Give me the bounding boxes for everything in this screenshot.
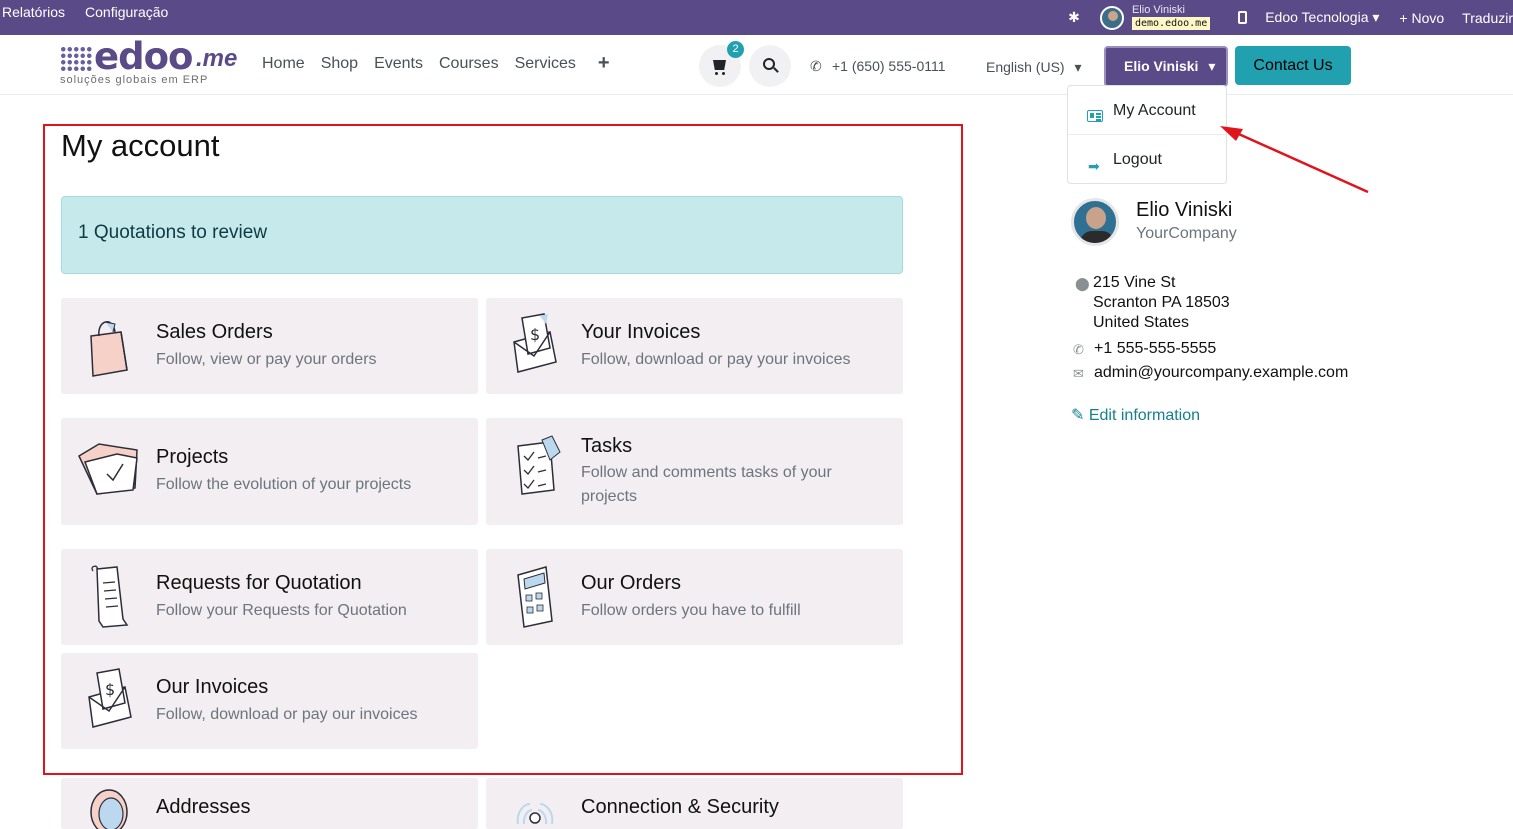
phone-icon: ✆ <box>1073 342 1084 357</box>
address-line: United States <box>1093 314 1190 331</box>
my-account-label: My Account <box>1113 102 1196 119</box>
mobile-icon[interactable] <box>1238 11 1248 24</box>
map-marker-icon: ⬤ <box>1075 276 1090 291</box>
company-name: Edoo Tecnologia <box>1265 9 1369 25</box>
profile-company: YourCompany <box>1136 225 1237 242</box>
bug-icon[interactable]: ✱ <box>1066 9 1082 26</box>
address-line: Scranton PA 18503 <box>1093 294 1230 311</box>
envelope-icon: ✉ <box>1073 366 1084 381</box>
user-switcher[interactable]: Elio Viniski demo.edoo.me <box>1131 4 1211 30</box>
nav-events[interactable]: Events <box>374 55 423 73</box>
nav-shop[interactable]: Shop <box>321 55 358 73</box>
cart-count-badge: 2 <box>727 41 744 58</box>
contact-us-button[interactable]: Contact Us <box>1235 46 1351 85</box>
card-connection-security[interactable]: Connection & Security <box>486 778 903 829</box>
language-label: English (US) <box>986 59 1065 75</box>
menu-reports[interactable]: Relatórios <box>2 4 65 20</box>
card-title: Addresses <box>156 796 251 818</box>
translate-button[interactable]: Traduzir <box>1462 10 1513 26</box>
admin-user-name: Elio Viniski <box>1131 4 1185 16</box>
logo-word: edoo <box>94 35 193 78</box>
site-logo[interactable]: edoo .me soluções globais em ERP <box>60 35 238 87</box>
profile-name: Elio Viniski <box>1136 199 1233 221</box>
user-menu-label: Elio Viniski <box>1124 58 1199 74</box>
user-menu-button[interactable]: Elio Viniski ▾ <box>1104 46 1228 87</box>
nav-services[interactable]: Services <box>515 55 576 73</box>
logo-grid-icon <box>60 46 92 72</box>
edit-information-link[interactable]: ✎ Edit information <box>1071 405 1200 425</box>
card-title: Connection & Security <box>581 796 779 818</box>
phone-number: +1 (650) 555-0111 <box>832 58 946 74</box>
avatar[interactable] <box>1099 5 1124 30</box>
cart-icon <box>713 60 726 70</box>
divider <box>1068 134 1226 135</box>
language-selector[interactable]: English (US) ▾ <box>986 59 1082 76</box>
profile-phone: +1 555-555-5555 <box>1094 340 1217 357</box>
search-button[interactable] <box>749 45 791 87</box>
logout-label: Logout <box>1113 151 1162 168</box>
admin-top-bar: Relatórios Configuração ✱ Elio Viniski d… <box>0 0 1513 35</box>
new-button[interactable]: + Novo <box>1399 10 1444 26</box>
dropdown-my-account[interactable]: My Account <box>1068 91 1226 131</box>
logo-suffix: .me <box>196 45 238 72</box>
company-switcher[interactable]: Edoo Tecnologia ▾ <box>1265 9 1379 26</box>
profile-address: 215 Vine St Scranton PA 18503 United Sta… <box>1093 273 1230 333</box>
profile-avatar <box>1071 198 1119 246</box>
database-label: demo.edoo.me <box>1131 17 1211 30</box>
user-dropdown-menu: My Account ➡ Logout <box>1067 85 1227 184</box>
main-menu: Home Shop Events Courses Services + <box>262 53 610 73</box>
menu-configuration[interactable]: Configuração <box>85 4 168 20</box>
logo-tagline: soluções globais em ERP <box>60 74 209 86</box>
address-line: 215 Vine St <box>1093 274 1176 291</box>
nav-home[interactable]: Home <box>262 55 305 73</box>
dropdown-logout[interactable]: ➡ Logout <box>1068 140 1226 180</box>
highlight-box <box>43 124 963 775</box>
nav-courses[interactable]: Courses <box>439 55 499 73</box>
chevron-down-icon: ▾ <box>1074 59 1082 75</box>
phone-icon: ✆ <box>810 58 822 74</box>
id-card-icon <box>1087 110 1103 122</box>
map-pin-icon <box>90 789 128 829</box>
contact-phone[interactable]: ✆ +1 (650) 555-0111 <box>810 58 946 75</box>
profile-email: admin@yourcompany.example.com <box>1094 364 1349 381</box>
edit-information-label: Edit information <box>1088 407 1201 424</box>
website-navbar: edoo .me soluções globais em ERP Home Sh… <box>0 35 1513 95</box>
card-addresses[interactable]: Addresses <box>61 778 478 829</box>
signal-icon <box>516 803 554 825</box>
add-menu-icon[interactable]: + <box>598 53 610 73</box>
chevron-down-icon: ▾ <box>1208 58 1216 74</box>
sign-out-icon: ➡ <box>1088 158 1100 174</box>
pencil-icon: ✎ <box>1071 407 1085 424</box>
